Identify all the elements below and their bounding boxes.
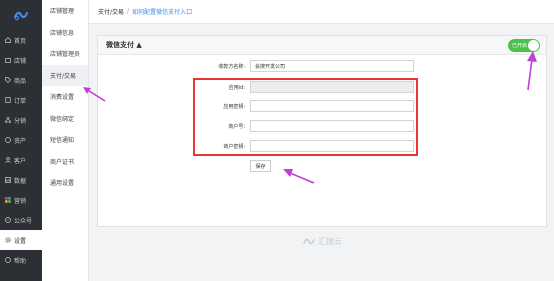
sidebar-item-orders[interactable]: 订单	[0, 90, 42, 110]
settings-submenu: 店铺管理 店铺信息 店铺管理员 支付/交易 消费设置 微信绑定 短信通知 商户证…	[42, 0, 89, 281]
logo-icon	[13, 11, 29, 21]
sidebar-item-store[interactable]: 店铺	[0, 50, 42, 70]
submenu-item-store-management[interactable]: 店铺管理	[42, 0, 88, 22]
breadcrumb-parent[interactable]: 支付/交易	[98, 7, 124, 16]
sidebar-item-label: 订单	[14, 97, 27, 105]
save-button[interactable]: 保存	[250, 160, 271, 172]
sidebar-item-label: 资产	[14, 137, 27, 145]
panel-title[interactable]: 微信支付 ▲	[98, 36, 546, 55]
sidebar-item-goods[interactable]: 商品	[0, 70, 42, 90]
annotation-arrow-toggle	[527, 51, 537, 91]
sidebar-item-label: 数据	[14, 177, 27, 185]
breadcrumb-current-link[interactable]: 如何配置微信支付入口	[132, 7, 192, 16]
sidebar-item-customers[interactable]: 客户	[0, 150, 42, 170]
sidebar-item-label: 店铺	[14, 57, 27, 65]
main-sidebar: 首页 店铺 商品 订单 分销 资产 客户 数据 营销 公众号 设置 帮助	[0, 0, 42, 281]
store-icon	[5, 57, 11, 63]
tag-icon	[5, 77, 11, 83]
sidebar-item-label: 首页	[14, 37, 27, 45]
share-icon	[4, 117, 12, 123]
sidebar-item-settings[interactable]: 设置	[0, 230, 42, 250]
sidebar-item-official-account[interactable]: 公众号	[0, 210, 42, 230]
sidebar-item-label: 分销	[14, 117, 27, 125]
payee-row: 收款方名称: 会搜开发公司	[190, 60, 414, 72]
submenu-item-merchant-cert[interactable]: 商户证书	[42, 151, 88, 173]
sidebar-item-label: 公众号	[14, 217, 33, 225]
sidebar-item-label: 设置	[14, 237, 27, 245]
grid-icon	[5, 197, 11, 203]
breadcrumb: 支付/交易 / 如何配置微信支付入口	[89, 0, 554, 24]
sidebar-item-label: 商品	[14, 77, 27, 85]
user-icon	[5, 157, 11, 163]
annotation-arrow-submenu	[83, 87, 106, 102]
toggle-label: 已开启	[512, 43, 528, 49]
sidebar-item-assets[interactable]: 资产	[0, 130, 42, 150]
sidebar-item-label: 营销	[14, 197, 27, 205]
annotation-arrow-save	[283, 169, 315, 184]
payee-name-input[interactable]: 会搜开发公司	[250, 60, 414, 72]
brand-logo-icon	[303, 238, 315, 245]
submenu-item-store-info[interactable]: 店铺信息	[42, 22, 88, 44]
sidebar-item-marketing[interactable]: 营销	[0, 190, 42, 210]
gear-icon	[5, 237, 11, 243]
coin-icon	[5, 137, 11, 143]
sidebar-item-label: 帮助	[14, 257, 27, 265]
submenu-item-wechat-binding[interactable]: 微信绑定	[42, 108, 88, 130]
submenu-item-store-admins[interactable]: 店铺管理员	[42, 43, 88, 65]
app-logo[interactable]	[0, 0, 42, 30]
sidebar-item-distribution[interactable]: 分销	[0, 110, 42, 130]
sidebar-item-label: 客户	[14, 157, 27, 165]
highlight-box	[193, 78, 418, 156]
wechat-icon	[5, 217, 11, 223]
sidebar-item-data[interactable]: 数据	[0, 170, 42, 190]
help-icon	[5, 257, 11, 263]
payee-label: 收款方名称:	[218, 63, 245, 70]
submenu-item-sms-notification[interactable]: 短信通知	[42, 129, 88, 151]
submenu-item-general-settings[interactable]: 通用设置	[42, 172, 88, 194]
footer-brand: 汇搜云	[303, 236, 342, 247]
submenu-item-payment[interactable]: 支付/交易	[42, 64, 88, 86]
footer-brand-text: 汇搜云	[318, 237, 342, 246]
chart-icon	[5, 177, 11, 183]
breadcrumb-separator: /	[127, 8, 130, 15]
home-icon	[5, 37, 11, 43]
order-icon	[5, 97, 11, 103]
sidebar-item-home[interactable]: 首页	[0, 30, 42, 50]
sidebar-item-help[interactable]: 帮助	[0, 250, 42, 270]
